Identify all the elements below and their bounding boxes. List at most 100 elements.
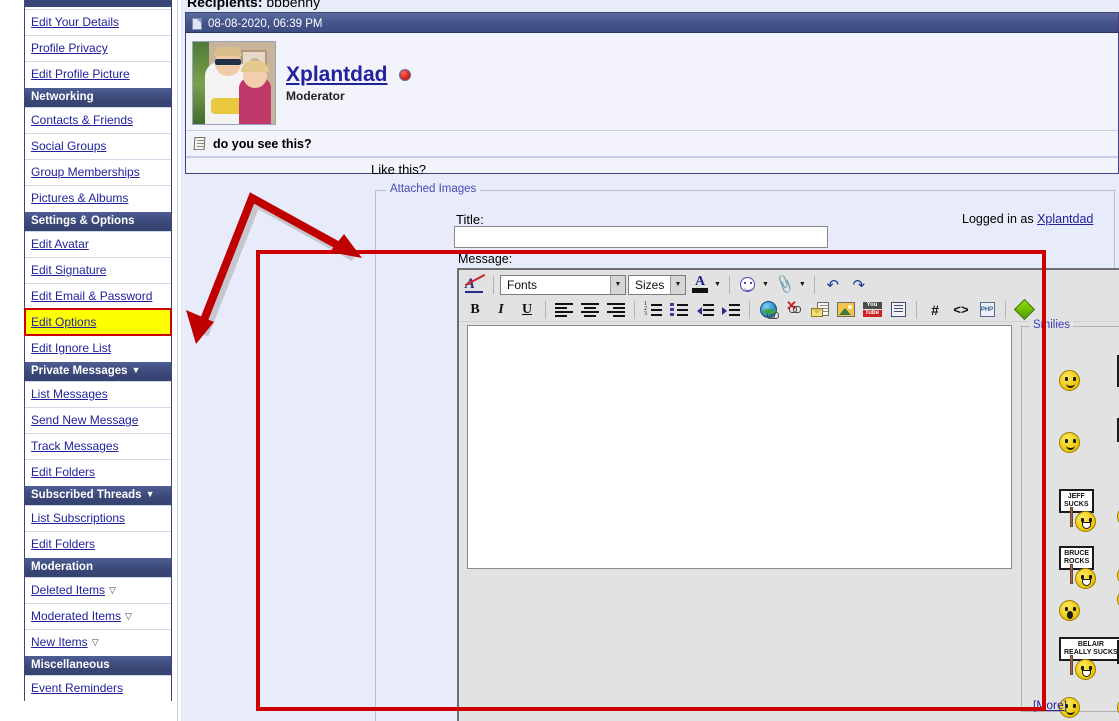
underline-icon[interactable]: U <box>515 299 539 321</box>
post-timestamp: 08-08-2020, 06:39 PM <box>208 18 323 30</box>
smilie-pray[interactable] <box>1059 432 1080 453</box>
sidebar-item-label[interactable]: List Subscriptions <box>31 511 125 525</box>
sidebar-item-label[interactable]: Edit Signature <box>31 263 106 277</box>
sidebar-item-label[interactable]: New Items <box>31 635 88 649</box>
sidebar-item-edit-profile-picture[interactable]: Edit Profile Picture <box>25 61 171 87</box>
sidebar-item-edit-signature[interactable]: Edit Signature <box>25 257 171 283</box>
chevron-down-icon[interactable]: ▽ <box>125 611 132 622</box>
message-icon <box>193 137 206 150</box>
sidebar-item-label[interactable]: Edit Email & Password <box>31 289 152 303</box>
sidebar-item-moderated-items[interactable]: Moderated Items ▽ <box>25 603 171 629</box>
sidebar-item-label[interactable]: Pictures & Albums <box>31 191 128 205</box>
font-color-icon[interactable]: A <box>688 274 712 296</box>
sidebar-item-edit-ignore-list[interactable]: Edit Ignore List <box>25 335 171 361</box>
align-left-icon[interactable] <box>552 299 576 321</box>
insert-image-icon[interactable] <box>834 299 858 321</box>
chevron-down-icon[interactable]: ▼ <box>762 281 769 288</box>
chevron-down-icon[interactable]: ▼ <box>714 281 721 288</box>
smilies-more-link[interactable]: [More] <box>1033 698 1067 712</box>
remove-formatting-icon[interactable]: A <box>463 273 487 296</box>
sidebar-item-edit-folders[interactable]: Edit Folders <box>25 531 171 557</box>
undo-icon[interactable]: ↶ <box>821 274 845 296</box>
smilies-legend: Smilies <box>1030 319 1074 331</box>
sidebar-item-label[interactable]: Edit Folders <box>31 537 95 551</box>
insert-link-icon[interactable] <box>756 299 780 321</box>
smilie-bruce-rocks-face <box>1075 568 1096 589</box>
sidebar-item-contacts-friends[interactable]: Contacts & Friends <box>25 107 171 133</box>
attachment-icon[interactable]: 📎 <box>773 274 797 296</box>
italic-icon[interactable]: I <box>489 299 513 321</box>
indent-icon[interactable] <box>719 299 743 321</box>
insert-hash-icon[interactable]: # <box>923 299 947 321</box>
sidebar-item-label[interactable]: Edit Folders <box>31 465 95 479</box>
sidebar-group-header-private-messages[interactable]: Private Messages ▼ <box>25 361 171 381</box>
sign-pole <box>1070 507 1073 527</box>
sidebar-item-profile-privacy[interactable]: Profile Privacy <box>25 35 171 61</box>
insert-youtube-icon[interactable]: You Tube <box>860 299 884 321</box>
sidebar-item-social-groups[interactable]: Social Groups <box>25 133 171 159</box>
sidebar-item-track-messages[interactable]: Track Messages <box>25 433 171 459</box>
sidebar-item-label[interactable]: Moderated Items <box>31 609 121 623</box>
toolbar-row-1: A Fonts ▼ Sizes ▼ A ▼ ▼ 📎 ▼ <box>463 272 1119 297</box>
redo-icon[interactable]: ↷ <box>847 274 871 296</box>
sidebar-item-label[interactable]: Edit Options <box>31 315 96 329</box>
bold-icon[interactable]: B <box>463 299 487 321</box>
author-username-link[interactable]: Xplantdad <box>286 63 388 87</box>
sidebar-item-edit-your-details[interactable]: Edit Your Details <box>25 9 171 35</box>
font-size-select[interactable]: Sizes ▼ <box>628 274 686 295</box>
align-center-icon[interactable] <box>578 299 602 321</box>
sign-pole <box>1070 564 1073 584</box>
chevron-down-icon[interactable]: ▼ <box>799 281 806 288</box>
smilies-panel: Smilies ↑ I'm with StupidCan I Have It??… <box>1021 319 1119 718</box>
wrap-quote-icon[interactable] <box>886 299 910 321</box>
sidebar-item-label[interactable]: Edit Ignore List <box>31 341 111 355</box>
message-textarea[interactable] <box>467 325 1012 569</box>
sidebar-item-label[interactable]: Group Memberships <box>31 165 140 179</box>
sidebar-item-group-memberships[interactable]: Group Memberships <box>25 159 171 185</box>
highlight-icon[interactable] <box>1012 298 1036 321</box>
outdent-icon[interactable] <box>693 299 717 321</box>
sidebar-item-edit-options[interactable]: Edit Options <box>24 308 172 336</box>
sidebar-item-edit-avatar[interactable]: Edit Avatar <box>25 231 171 257</box>
smilie-surprised[interactable] <box>1059 600 1080 621</box>
sidebar-item-new-items[interactable]: New Items ▽ <box>25 629 171 655</box>
wrap-php-icon[interactable]: PHP <box>975 299 999 321</box>
avatar[interactable] <box>192 41 276 125</box>
sidebar-item-label[interactable]: Event Reminders <box>31 681 123 695</box>
remove-link-icon[interactable]: ✕ <box>782 298 806 321</box>
chevron-down-icon: ▼ <box>145 489 155 499</box>
sidebar-item-label[interactable]: Edit Your Details <box>31 15 119 29</box>
font-family-select[interactable]: Fonts ▼ <box>500 274 626 295</box>
sidebar-item-edit-email-password[interactable]: Edit Email & Password <box>25 283 171 309</box>
chevron-down-icon[interactable]: ▽ <box>109 585 116 596</box>
sidebar-item-label[interactable]: Track Messages <box>31 439 119 453</box>
smilie-icon[interactable] <box>736 274 760 296</box>
sidebar: Edit Your Details Profile Privacy Edit Pro… <box>0 0 181 721</box>
insert-email-icon[interactable] <box>808 299 832 321</box>
sidebar-item-edit-folders[interactable]: Edit Folders <box>25 459 171 485</box>
sidebar-item-list-messages[interactable]: List Messages <box>25 381 171 407</box>
sidebar-item-label[interactable]: Contacts & Friends <box>31 113 133 127</box>
sidebar-item-list-subscriptions[interactable]: List Subscriptions <box>25 505 171 531</box>
wrap-code-icon[interactable]: <> <box>949 299 973 321</box>
sidebar-group-header-subscribed-threads[interactable]: Subscribed Threads ▼ <box>25 485 171 505</box>
sidebar-item-label[interactable]: Deleted Items <box>31 583 105 597</box>
sidebar-item-label[interactable]: Edit Profile Picture <box>31 67 130 81</box>
unordered-list-icon[interactable] <box>667 299 691 321</box>
sidebar-item-label[interactable]: Social Groups <box>31 139 106 153</box>
sidebar-item-label[interactable]: Send New Message <box>31 413 138 427</box>
sidebar-item-send-new-message[interactable]: Send New Message <box>25 407 171 433</box>
ordered-list-icon[interactable]: 1 2 3 <box>641 299 665 321</box>
smilie-confused[interactable] <box>1059 370 1080 391</box>
align-right-icon[interactable] <box>604 299 628 321</box>
sidebar-item-label[interactable]: Profile Privacy <box>31 41 108 55</box>
logged-in-username-link[interactable]: Xplantdad <box>1037 212 1093 226</box>
chevron-down-icon[interactable]: ▽ <box>92 637 99 648</box>
sidebar-item-event-reminders[interactable]: Event Reminders <box>25 675 171 701</box>
sidebar-item-label[interactable]: List Messages <box>31 387 108 401</box>
sidebar-item-label[interactable]: Edit Avatar <box>31 237 89 251</box>
title-input[interactable] <box>454 226 828 248</box>
sidebar-item-pictures-albums[interactable]: Pictures & Albums <box>25 185 171 211</box>
chevron-down-icon: ▼ <box>131 365 141 375</box>
sidebar-item-deleted-items[interactable]: Deleted Items ▽ <box>25 577 171 603</box>
